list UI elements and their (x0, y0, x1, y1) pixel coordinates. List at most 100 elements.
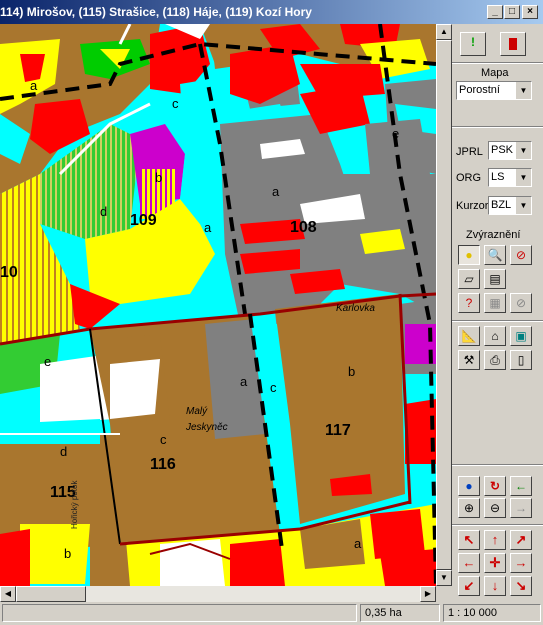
pan-northeast-button[interactable]: ↗ (510, 530, 532, 550)
vertical-scroll-thumb[interactable] (436, 40, 452, 570)
pan-south-button[interactable]: ↓ (484, 576, 506, 596)
print-button[interactable]: ⎙ (484, 350, 506, 370)
stand-number-109: 109 (130, 212, 157, 229)
cancel-icon: ⊘ (515, 248, 527, 262)
magnifier-plus-icon: 🔍 (487, 248, 503, 262)
arrow-northeast-icon: ↗ (515, 532, 527, 547)
scroll-up-button[interactable]: ▲ (436, 24, 452, 40)
select-button[interactable]: ▦ (484, 293, 506, 313)
chevron-down-icon[interactable]: ▼ (515, 197, 531, 214)
note-icon: ▤ (489, 272, 501, 286)
document-button[interactable]: ▯ (510, 350, 532, 370)
stand-number-116: 116 (150, 456, 176, 473)
measure-button[interactable]: 📐 (458, 326, 480, 346)
forest-map[interactable]: 109 108 10 115 116 117 a b c d e a a e d… (0, 24, 436, 586)
zoom-out-button[interactable]: ⊖ (484, 498, 506, 518)
pan-northwest-button[interactable]: ↖ (458, 530, 480, 550)
stand-number-108: 108 (290, 219, 317, 236)
scroll-right-button[interactable]: ▶ (420, 586, 436, 602)
pan-southeast-button[interactable]: ↘ (510, 576, 532, 596)
exit-button[interactable] (500, 32, 526, 56)
chevron-down-icon[interactable]: ▼ (515, 169, 531, 186)
eraser-icon: ▱ (464, 272, 474, 286)
arrow-right-icon: → (515, 501, 527, 515)
image-button[interactable]: ▣ (510, 326, 532, 346)
arrow-left-icon: ← (462, 555, 476, 570)
status-scale: 1 : 10 000 (443, 604, 541, 622)
place-label-maly: Malý (186, 406, 208, 417)
building-button[interactable]: ⌂ (484, 326, 506, 346)
arrow-southeast-icon: ↘ (515, 578, 527, 593)
title-bar: 114) Mirošov, (115) Strašice, (118) Háje… (0, 0, 543, 24)
note-button[interactable]: ▤ (484, 269, 506, 289)
pan-east-button[interactable]: → (510, 553, 532, 573)
zoom-in-button[interactable]: ⊕ (458, 498, 480, 518)
exit-door-icon (509, 38, 517, 50)
forward-button[interactable]: → (510, 498, 532, 518)
scroll-left-button[interactable]: ◀ (0, 586, 16, 602)
sub-label-a: a (354, 536, 362, 551)
highlight-cancel-button[interactable]: ⊘ (510, 245, 532, 265)
sub-label-a: a (240, 374, 248, 389)
separator (452, 464, 543, 466)
chevron-down-icon[interactable]: ▼ (515, 142, 531, 159)
sub-label-a: a (30, 78, 38, 93)
place-label-jeskynec: Jeskyněc (186, 422, 228, 433)
org-select[interactable]: LS ▼ (488, 168, 532, 187)
printer-icon: ⎙ (490, 353, 500, 367)
ruler-icon: 📐 (461, 329, 477, 343)
close-button[interactable]: × (522, 5, 538, 19)
stand-number-117: 117 (325, 422, 351, 439)
status-area: 0,35 ha (360, 604, 440, 622)
pan-north-button[interactable]: ↑ (484, 530, 506, 550)
highlight-zoom-button[interactable]: 🔍 (484, 245, 506, 265)
pan-southwest-button[interactable]: ↙ (458, 576, 480, 596)
maximize-button[interactable]: □ (504, 5, 520, 19)
arrow-southwest-icon: ↙ (463, 578, 475, 593)
jprl-select-value: PSK (491, 144, 514, 156)
globe-button[interactable]: ● (458, 476, 480, 496)
stand-number-110: 10 (0, 264, 18, 281)
back-button[interactable]: ← (510, 476, 532, 496)
org-select-value: LS (491, 171, 505, 183)
arrow-up-icon: ↑ (491, 532, 499, 547)
jprl-select[interactable]: PSK ▼ (488, 141, 532, 160)
sub-label-d: d (100, 204, 108, 219)
disabled-cancel-button[interactable]: ⊘ (510, 293, 532, 313)
zoom-in-icon: ⊕ (463, 501, 475, 515)
cancel-icon: ⊘ (515, 296, 527, 310)
arrow-northwest-icon: ↖ (463, 532, 475, 547)
mapa-select[interactable]: Porostní ▼ (456, 81, 532, 100)
kurzor-label: Kurzor (456, 200, 489, 212)
refresh-icon: ↻ (489, 479, 501, 493)
eraser-button[interactable]: ▱ (458, 269, 480, 289)
chevron-down-icon[interactable]: ▼ (515, 82, 531, 99)
scroll-down-button[interactable]: ▼ (436, 570, 452, 586)
question-icon: ? (465, 296, 473, 310)
kurzor-select[interactable]: BZL ▼ (488, 196, 532, 215)
horizontal-scroll-thumb[interactable] (16, 586, 86, 602)
query-button[interactable]: ? (458, 293, 480, 313)
zoom-out-icon: ⊖ (489, 501, 501, 515)
pan-west-button[interactable]: ← (458, 553, 480, 573)
highlight-lightbulb-button[interactable]: ● (458, 245, 480, 265)
minimize-button[interactable]: _ (487, 5, 503, 19)
sub-label-e: e (44, 354, 52, 369)
separator (452, 126, 543, 128)
sub-label-b: b (64, 546, 72, 561)
arrow-down-icon: ↓ (491, 578, 499, 593)
sub-label-c: c (160, 432, 167, 447)
tools-icon: ⚒ (463, 353, 475, 367)
info-icon: ǃ (471, 35, 475, 49)
vertical-scrollbar[interactable]: ▲ ▼ (436, 24, 452, 586)
document-icon: ▯ (517, 353, 525, 367)
lightbulb-icon: ● (465, 248, 473, 262)
kurzor-select-value: BZL (491, 199, 512, 211)
tools-button[interactable]: ⚒ (458, 350, 480, 370)
pan-center-button[interactable]: ✛ (484, 553, 506, 573)
refresh-button[interactable]: ↻ (484, 476, 506, 496)
grid-icon: ▦ (489, 296, 501, 310)
info-button[interactable]: ǃ (460, 32, 486, 56)
scroll-corner (436, 586, 452, 602)
horizontal-scrollbar[interactable]: ◀ ▶ (0, 586, 436, 602)
